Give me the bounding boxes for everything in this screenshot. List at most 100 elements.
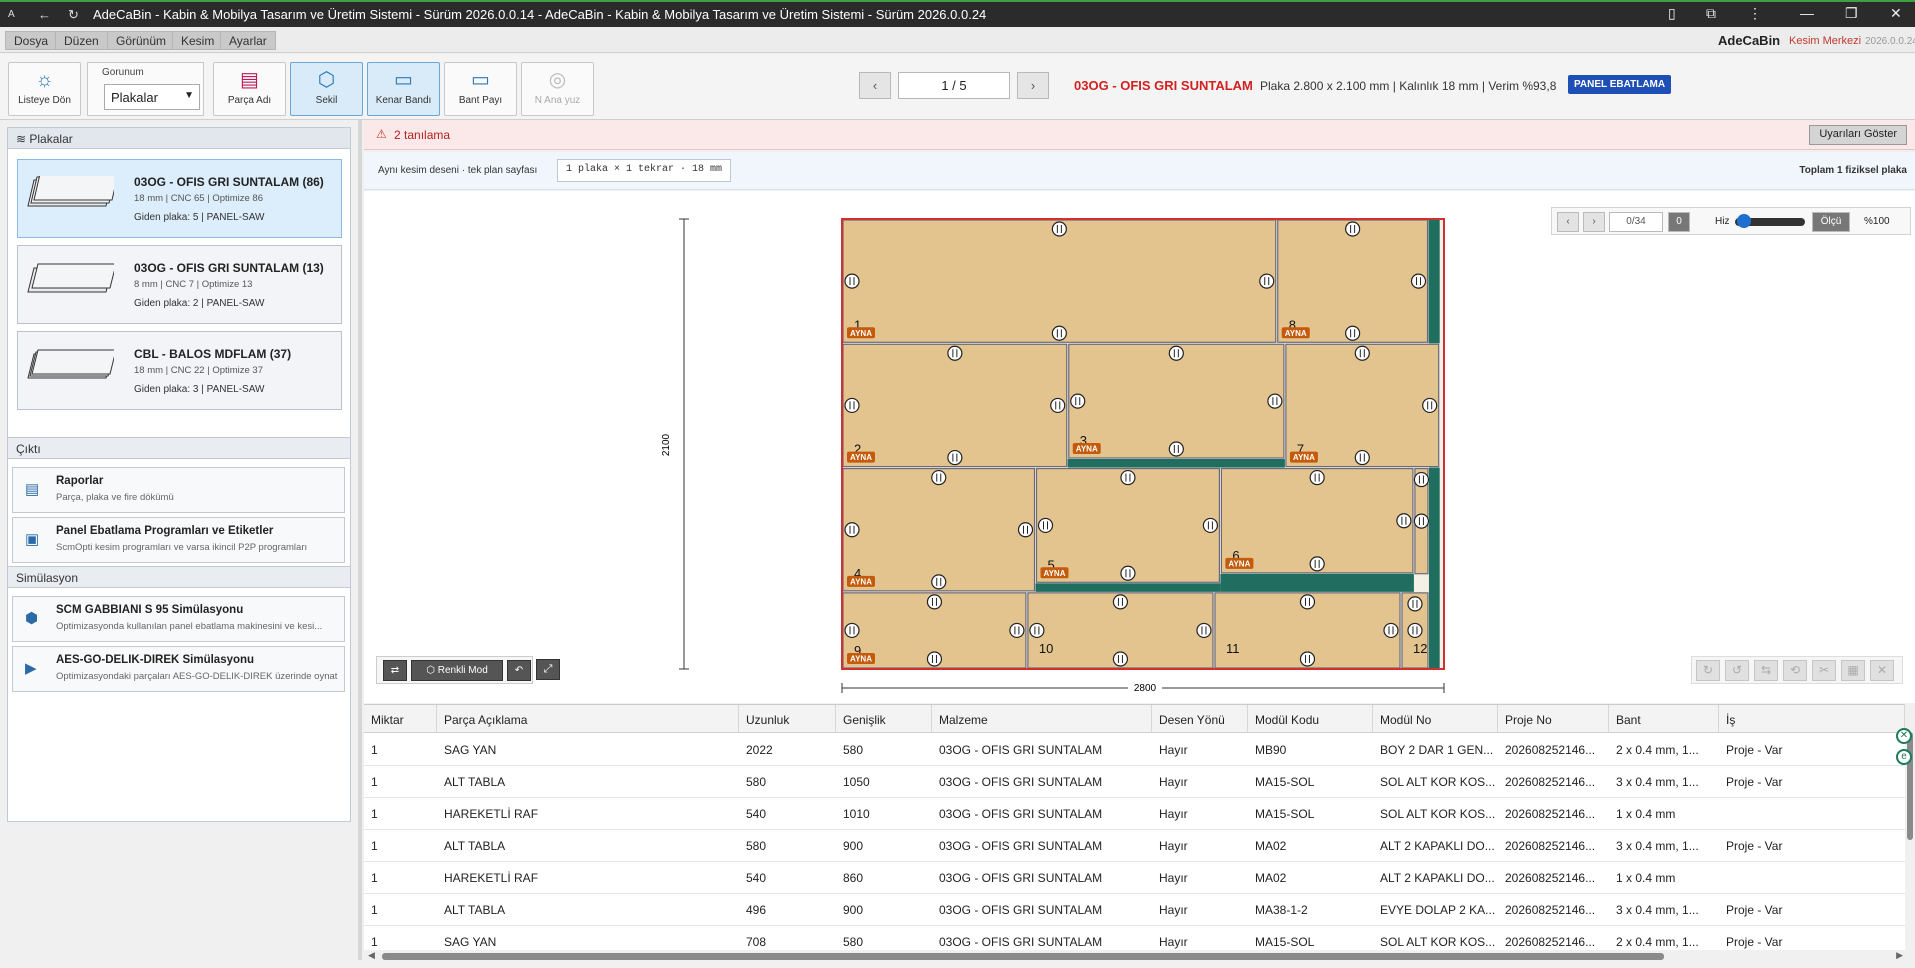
edge-band-button[interactable]: ▭ Kenar Bandı bbox=[367, 62, 440, 116]
shape-button[interactable]: ⬡ Sekil bbox=[290, 62, 363, 116]
cutting-layout-svg[interactable]: 1AYNA8AYNA2AYNA3AYNA 7AYNA4AYNA5AYNA6AYNA… bbox=[364, 191, 1915, 703]
grid-icon[interactable]: ▦ bbox=[1841, 660, 1865, 681]
extension-icon[interactable]: ⧉ bbox=[1706, 5, 1716, 22]
panel-splitter[interactable] bbox=[358, 120, 362, 960]
part-number: 11 bbox=[1226, 641, 1240, 656]
reset-button[interactable]: 0 bbox=[1668, 212, 1690, 232]
plate-card-1[interactable]: 03OG - OFIS GRI SUNTALAM (86) 18 mm | CN… bbox=[17, 159, 342, 238]
table-row[interactable]: 1 HAREKETLİ RAF 540 1010 03OG - OFIS GRI SUN… bbox=[364, 798, 1905, 830]
table-cell: 202608252146... bbox=[1505, 743, 1596, 757]
part-rect[interactable] bbox=[1285, 343, 1440, 468]
plate-name: 03OG - OFIS GRI SUNTALAM (86) bbox=[134, 175, 324, 189]
panel-programs-item[interactable]: ▣ Panel Ebatlama Programları ve Etiketle… bbox=[12, 517, 345, 563]
col-malzeme[interactable]: Malzeme bbox=[932, 705, 1152, 733]
col-desen-yonu[interactable]: Desen Yönü bbox=[1152, 705, 1248, 733]
plate-card-2[interactable]: 03OG - OFIS GRI SUNTALAM (13) 8 mm | CNC… bbox=[17, 245, 342, 324]
restore-icon[interactable]: ❐ bbox=[1845, 5, 1858, 22]
part-rect[interactable] bbox=[842, 219, 1277, 343]
view-select[interactable]: Plakalar ▼ bbox=[104, 84, 200, 110]
menu-duzen[interactable]: Düzen bbox=[55, 31, 108, 50]
table-row[interactable]: 1 HAREKETLİ RAF 540 860 03OG - OFIS GRI SUNT… bbox=[364, 862, 1905, 894]
back-to-list-button[interactable]: ☼ Listeye Dön bbox=[8, 62, 81, 116]
table-row[interactable]: 1 ALT TABLA 496 900 03OG - OFIS GRI SUNTALAM… bbox=[364, 894, 1905, 926]
close-icon[interactable]: ✕ bbox=[1890, 5, 1902, 22]
minimize-icon[interactable]: — bbox=[1800, 5, 1814, 21]
table-cell: 580 bbox=[843, 743, 864, 757]
scm-simulation-item[interactable]: ⬢ SCM GABBIANI S 95 Simülasyonu Optimiza… bbox=[12, 596, 345, 642]
part-rect[interactable] bbox=[1277, 219, 1429, 343]
menu-dosya[interactable]: Dosya bbox=[5, 31, 58, 50]
prev-plate-button[interactable]: ‹ bbox=[859, 72, 891, 99]
table-row[interactable]: 1 ALT TABLA 580 1050 03OG - OFIS GRI SUNTALA… bbox=[364, 766, 1905, 798]
table-cell: 540 bbox=[746, 807, 767, 821]
plate-card-3[interactable]: CBL - BALOS MDFLAM (37) 18 mm | CNC 22 |… bbox=[17, 331, 342, 410]
col-bant[interactable]: Bant bbox=[1609, 705, 1719, 733]
col-is[interactable]: İş bbox=[1719, 705, 1905, 733]
mirror-tag: AYNA bbox=[850, 453, 872, 462]
page-indicator[interactable]: 1 / 5 bbox=[898, 72, 1010, 99]
scroll-left-icon[interactable]: ◀ bbox=[368, 950, 375, 961]
vertical-scroll-thumb[interactable] bbox=[1907, 732, 1913, 840]
flip-icon[interactable]: ⇄ bbox=[383, 660, 407, 681]
hide-face-button[interactable]: ◎ N Ana yuz bbox=[521, 62, 594, 116]
undo-icon[interactable]: ↶ bbox=[507, 660, 531, 681]
horizontal-scrollbar[interactable]: ◀ ▶ bbox=[364, 950, 1905, 962]
speed-slider-knob[interactable] bbox=[1737, 214, 1751, 228]
table-row[interactable]: 1 SAG YAN 2022 580 03OG - OFIS GRI SUNTALAM H… bbox=[364, 734, 1905, 766]
left-panel: ≋ Plakalar 03OG - OFIS GRI SUNTALAM (86)… bbox=[7, 127, 351, 822]
col-parca-aciklama[interactable]: Parça Açıklama bbox=[437, 705, 739, 733]
part-rect[interactable] bbox=[1035, 467, 1220, 583]
part-rect[interactable] bbox=[842, 343, 1068, 468]
col-modul-no[interactable]: Modül No bbox=[1373, 705, 1498, 733]
reports-item[interactable]: ▤ Raporlar Parça, plaka ve fire dökümü bbox=[12, 467, 345, 513]
close-circle-icon[interactable]: ✕ bbox=[1896, 728, 1912, 744]
cutting-layout-canvas[interactable]: 1 AYNA 8 AYNA 2 AYNA 3 AYNA 7 AYNA 4 AYNA 5 AYNA 6 AYNA… bbox=[364, 191, 1915, 703]
step-forward-button[interactable]: › bbox=[1583, 212, 1605, 232]
scroll-right-icon[interactable]: ▶ bbox=[1896, 950, 1903, 961]
col-genislik[interactable]: Genişlik bbox=[836, 705, 932, 733]
reset-rotation-icon[interactable]: ⟲ bbox=[1783, 660, 1807, 681]
brand-module: Kesim Merkezi bbox=[1789, 35, 1862, 47]
table-cell: 202608252146... bbox=[1505, 871, 1596, 885]
back-arrow-icon[interactable]: ← bbox=[38, 7, 51, 22]
fit-screen-icon[interactable]: ⤢ bbox=[536, 659, 560, 680]
menu-gorunum[interactable]: Görünüm bbox=[107, 31, 176, 50]
part-rect[interactable] bbox=[1068, 343, 1285, 459]
refresh-icon[interactable]: ↻ bbox=[68, 7, 79, 23]
delete-icon[interactable]: ✕ bbox=[1870, 660, 1894, 681]
col-miktar[interactable]: Miktar bbox=[364, 705, 437, 733]
table-cell: 1 bbox=[371, 743, 378, 757]
rotate-left-icon[interactable]: ↺ bbox=[1725, 660, 1749, 681]
table-row[interactable]: 1 ALT TABLA 580 900 03OG - OFIS GRI SUNTALAM… bbox=[364, 830, 1905, 862]
col-uzunluk[interactable]: Uzunluk bbox=[739, 705, 836, 733]
table-cell: Hayır bbox=[1159, 807, 1188, 821]
band-margin-button[interactable]: ▭ Bant Payı bbox=[444, 62, 517, 116]
menu-kesim[interactable]: Kesim bbox=[172, 31, 224, 50]
plate-meta: 18 mm | CNC 65 | Optimize 86 bbox=[134, 193, 264, 204]
swap-icon[interactable]: ⇆ bbox=[1754, 660, 1778, 681]
col-modul-kodu[interactable]: Modül Kodu bbox=[1248, 705, 1373, 733]
step-back-button[interactable]: ‹ bbox=[1557, 212, 1579, 232]
chevron-down-icon: ▼ bbox=[184, 90, 194, 101]
document-icon[interactable]: ▯ bbox=[1668, 5, 1676, 22]
more-icon[interactable]: ⋮ bbox=[1748, 5, 1762, 22]
horizontal-scroll-thumb[interactable] bbox=[382, 953, 1664, 960]
layers-icon: ≋ bbox=[16, 132, 30, 146]
color-mode-button[interactable]: ⬡ Renkli Mod bbox=[411, 660, 503, 681]
part-rect[interactable] bbox=[842, 467, 1036, 592]
hinge-marker bbox=[1168, 441, 1184, 457]
expand-circle-icon[interactable]: e bbox=[1896, 749, 1912, 765]
measure-button[interactable]: Ölçü bbox=[1812, 212, 1850, 232]
part-name-button[interactable]: ▤ Parça Adı bbox=[213, 62, 286, 116]
redo-icon[interactable]: ↻ bbox=[1696, 660, 1720, 681]
table-cell: 900 bbox=[843, 903, 864, 917]
show-warnings-button[interactable]: Uyarıları Göster bbox=[1809, 125, 1907, 145]
col-proje-no[interactable]: Proje No bbox=[1498, 705, 1609, 733]
waste-area bbox=[1220, 573, 1414, 592]
plate-out: Giden plaka: 2 | PANEL-SAW bbox=[134, 298, 265, 309]
scissors-icon[interactable]: ✂ bbox=[1812, 660, 1836, 681]
next-plate-button[interactable]: › bbox=[1017, 72, 1049, 99]
aes-simulation-item[interactable]: ▶ AES-GO-DELIK-DIREK Simülasyonu Optimiz… bbox=[12, 646, 345, 692]
hinge-marker bbox=[1202, 517, 1219, 534]
menu-ayarlar[interactable]: Ayarlar bbox=[220, 31, 276, 50]
